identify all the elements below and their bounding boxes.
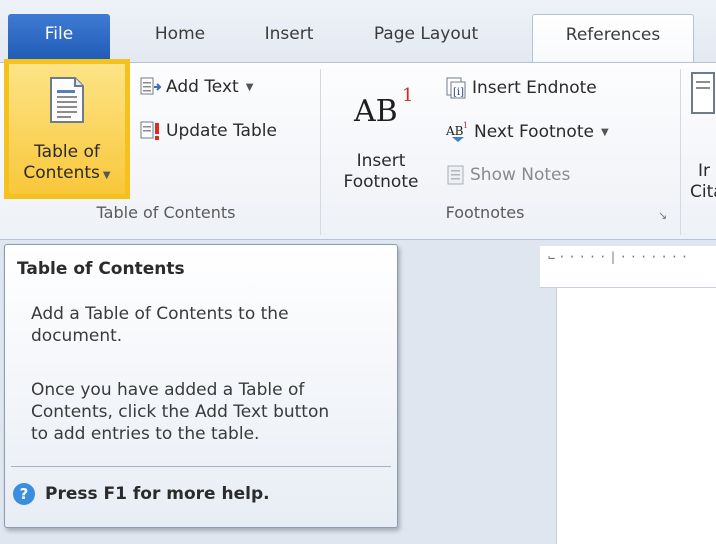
svg-text:AB: AB (353, 94, 398, 127)
chevron-down-icon: ▼ (600, 126, 609, 138)
insert-endnote-label: Insert Endnote (472, 78, 597, 98)
insert-citation-label-line1: Ir (698, 161, 711, 181)
group-label-table-of-contents: Table of Contents (96, 203, 236, 222)
table-of-contents-icon (50, 77, 84, 123)
tooltip-instructions: Once you have added a Table of Contents,… (31, 379, 381, 445)
next-footnote-button[interactable]: AB 1 Next Footnote ▼ (446, 121, 609, 143)
group-label-footnotes: Footnotes (445, 203, 525, 222)
svg-text:1: 1 (463, 121, 468, 130)
insert-endnote-button[interactable]: [i] Insert Endnote (446, 77, 597, 99)
dialog-launcher-icon[interactable]: ↘ (658, 209, 667, 222)
insert-citation-button[interactable]: Ir Cita (690, 71, 716, 203)
chevron-down-icon: ▼ (245, 81, 254, 93)
tooltip-description: Add a Table of Contents to the document. (31, 303, 381, 347)
tab-insert[interactable]: Insert (244, 14, 334, 62)
chevron-down-icon: ▼ (102, 170, 111, 181)
document-page[interactable] (556, 288, 716, 544)
tooltip-title: Table of Contents (17, 259, 185, 279)
tooltip-description-line1: Add a Table of Contents to the (31, 304, 289, 324)
show-notes-label: Show Notes (470, 165, 571, 185)
tooltip-instructions-line2: Contents, click the Add Text button (31, 402, 330, 422)
insert-citation-icon (691, 72, 715, 114)
tab-home[interactable]: Home (130, 14, 230, 62)
tooltip-instructions-line1: Once you have added a Table of (31, 380, 305, 400)
table-of-contents-button[interactable]: Table of Contents ▼ (4, 59, 130, 199)
tooltip-instructions-line3: to add entries to the table. (31, 424, 260, 444)
toc-button-label-line1: Table of (34, 142, 100, 162)
next-footnote-label: Next Footnote (474, 122, 594, 142)
horizontal-ruler[interactable]: ⌙·····|······· (540, 246, 716, 288)
add-text-icon (140, 77, 162, 95)
svg-text:AB: AB (446, 124, 464, 138)
ribbon-references: Table of Contents ▼ Add Text ▼ Update Tab… (0, 59, 716, 240)
tooltip-help-text: Press F1 for more help. (45, 484, 270, 504)
footnote-ab-icon: AB 1 (353, 85, 413, 129)
svg-text:[i]: [i] (453, 87, 464, 98)
tooltip-divider (11, 466, 391, 467)
add-text-button[interactable]: Add Text ▼ (140, 77, 253, 97)
next-footnote-icon: AB 1 (446, 121, 468, 142)
show-notes-icon (447, 165, 464, 185)
insert-footnote-label-line1: Insert (356, 151, 406, 171)
insert-citation-label-line2: Cita (690, 182, 716, 202)
tab-references[interactable]: References (532, 14, 694, 64)
tooltip-description-line2: document. (31, 326, 123, 346)
tab-file[interactable]: File (8, 14, 110, 62)
update-table-button[interactable]: Update Table (140, 121, 277, 141)
update-table-label: Update Table (166, 121, 277, 141)
toc-button-label-line2: Contents ▼ (23, 163, 111, 183)
help-icon: ? (13, 483, 35, 505)
insert-footnote-button[interactable]: AB 1 Insert Footnote (334, 83, 428, 193)
svg-text:1: 1 (402, 85, 413, 106)
group-separator (320, 69, 321, 235)
insert-endnote-icon: [i] (446, 77, 466, 99)
add-text-label: Add Text (166, 77, 239, 97)
table-of-contents-tooltip: Table of Contents Add a Table of Content… (4, 244, 398, 528)
group-separator (680, 69, 681, 235)
ribbon-tab-strip: File Home Insert Page Layout References (0, 0, 716, 64)
update-table-icon (140, 121, 159, 140)
tab-page-layout[interactable]: Page Layout (346, 14, 506, 62)
show-notes-button[interactable]: Show Notes (446, 165, 570, 185)
insert-footnote-label-line2: Footnote (343, 172, 419, 192)
tooltip-help: ? Press F1 for more help. (13, 483, 270, 505)
